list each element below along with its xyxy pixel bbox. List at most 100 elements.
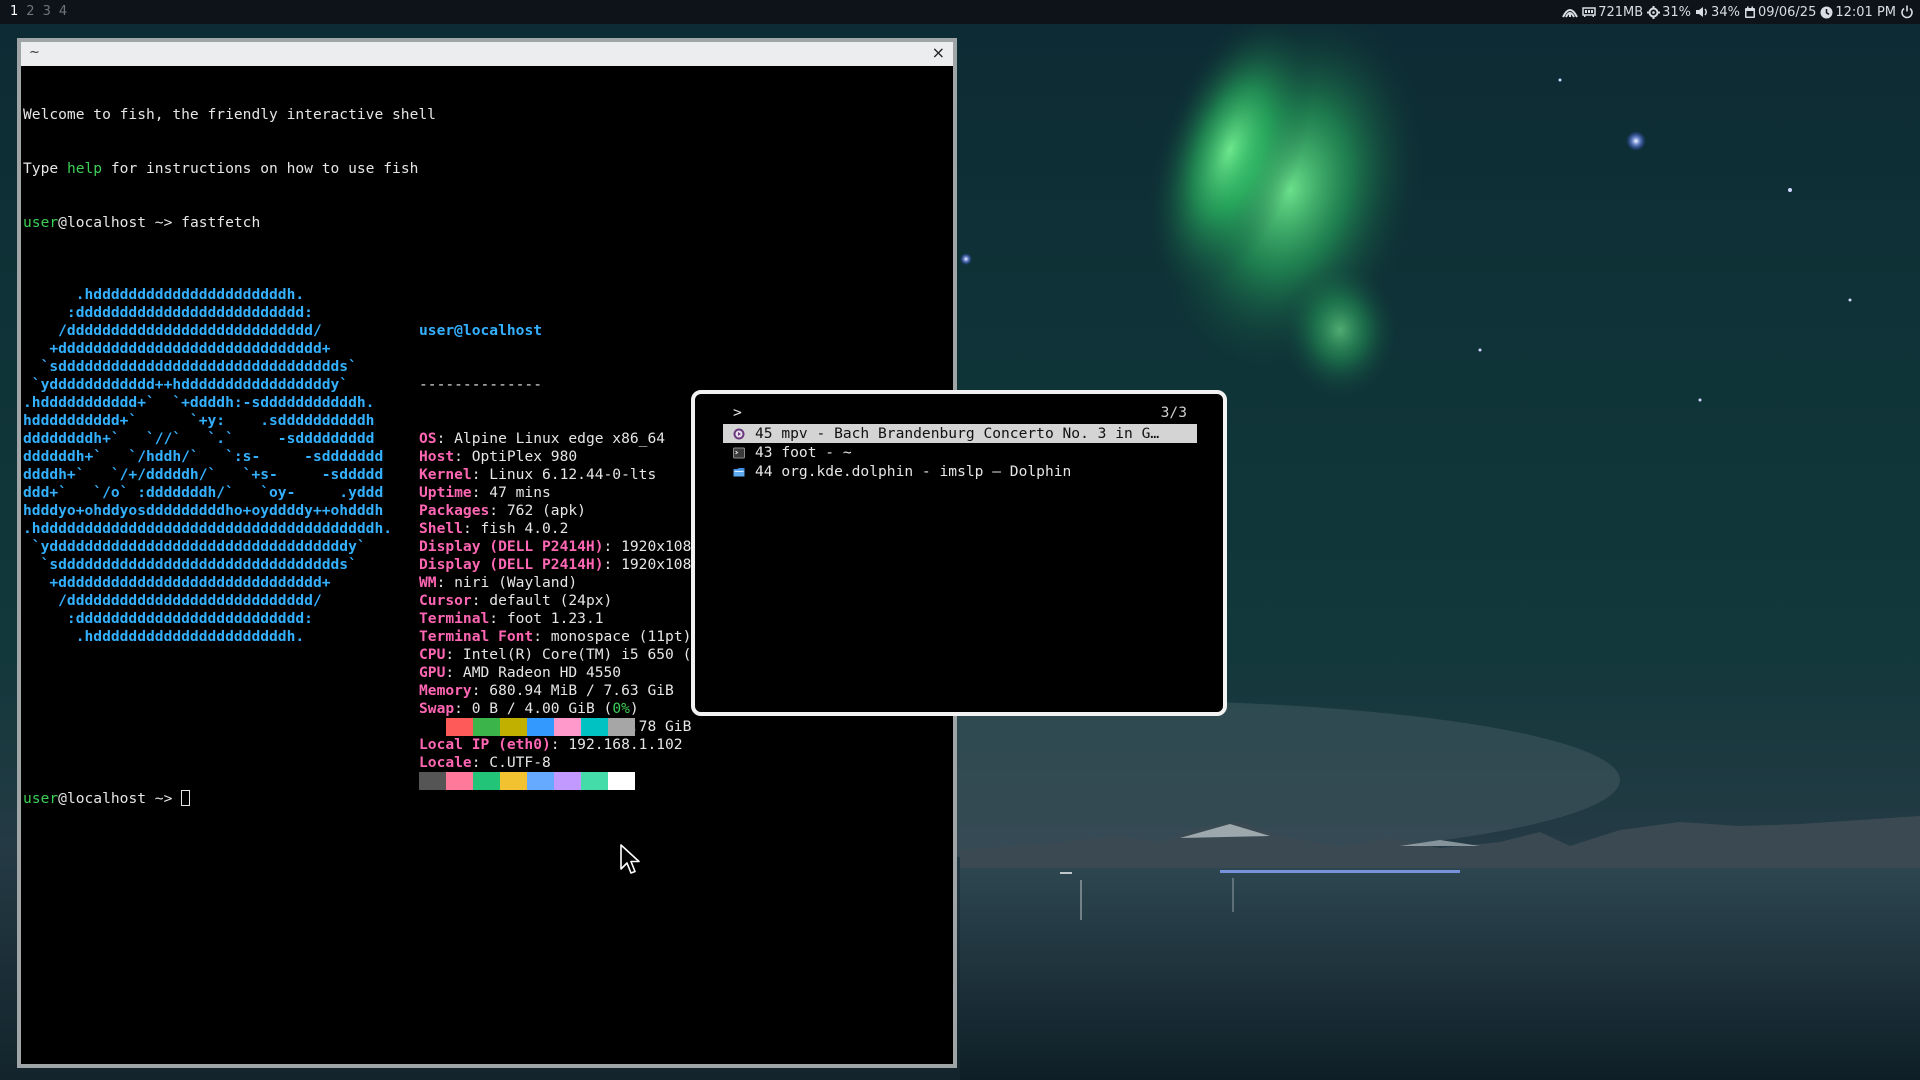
info-header: user@localhost <box>419 322 543 339</box>
info-value: : AMD Radeon HD 4550 <box>445 664 622 681</box>
launcher-search-input[interactable] <box>749 404 1129 422</box>
result-label: 45 mpv - Bach Brandenburg Concerto No. 3… <box>755 425 1160 442</box>
logo-line: :dddddddddddddddddddddddddd: <box>23 304 313 321</box>
logo-line: `sdddddddddddddddddddddddddddddddds` <box>23 556 357 573</box>
info-key: CPU <box>419 646 446 663</box>
status-area: 721MB 31% 34% 09/06/25 12:01 PM <box>1562 0 1914 24</box>
time-value: 12:01 PM <box>1835 4 1896 20</box>
color-swatch <box>446 718 473 736</box>
launcher-results: 45 mpv - Bach Brandenburg Concerto No. 3… <box>723 424 1197 481</box>
foot-terminal-icon <box>733 447 745 459</box>
volume-indicator[interactable]: 34% <box>1695 5 1740 20</box>
workspace-2[interactable]: 2 <box>24 4 36 19</box>
color-swatch <box>608 718 635 736</box>
result-label: 44 org.kde.dolphin - imslp — Dolphin <box>755 463 1072 480</box>
date-indicator[interactable]: 09/06/25 <box>1744 5 1816 20</box>
launcher-prompt: > <box>733 404 742 421</box>
logo-line: +dddddddddddddddddddddddddddddd+ <box>23 340 331 357</box>
color-swatch <box>581 772 608 790</box>
palette-row-normal <box>419 718 635 736</box>
logo-line: .hddddddddddd+` `+ddddh:-sdddddddddddh. <box>23 394 375 411</box>
terminal-titlebar[interactable]: ~ × <box>21 42 953 66</box>
color-swatch <box>527 718 554 736</box>
color-swatch <box>581 718 608 736</box>
memory-icon <box>1582 7 1596 17</box>
alpine-ascii-logo: .hddddddddddddddddddddddh. :dddddddddddd… <box>23 286 392 646</box>
help-line: Type help for instructions on how to use… <box>23 160 419 177</box>
color-swatch <box>500 772 527 790</box>
color-swatch <box>554 772 581 790</box>
welcome-line: Welcome to fish, the friendly interactiv… <box>23 106 436 123</box>
network-indicator[interactable] <box>1562 6 1579 18</box>
logo-line: ddddddh+` `/hddh/` `:s- -sddddddd <box>23 448 384 465</box>
prompt-user: user <box>23 214 59 231</box>
info-value: : Linux 6.12.44-0-lts <box>471 466 657 483</box>
info-value: : default (24px) <box>471 592 613 609</box>
info-value: : fish 4.0.2 <box>462 520 569 537</box>
prompt-host: @localhost ~> <box>58 790 182 807</box>
clock-icon <box>1820 6 1833 18</box>
color-palette <box>419 682 635 826</box>
color-swatch <box>500 718 527 736</box>
color-swatch <box>527 772 554 790</box>
logo-line: hdddddddddd+` `+y: .sddddddddddh <box>23 412 375 429</box>
launcher-prompt-row: > 3/3 <box>733 404 1187 424</box>
workspace-1[interactable]: 1 <box>8 4 20 19</box>
result-item-dolphin[interactable]: 44 org.kde.dolphin - imslp — Dolphin <box>723 462 1197 481</box>
text-cursor <box>181 790 191 806</box>
logo-line: hdddyo+ohddyosdddddddddho+oyddddy++ohddd… <box>23 502 384 519</box>
logo-line: /dddddddddddddddddddddddddddd/ <box>23 322 322 339</box>
info-value: : OptiPlex 980 <box>454 448 578 465</box>
network-icon <box>1562 9 1579 18</box>
info-key: GPU <box>419 664 446 681</box>
logo-line: .hddddddddddddddddddddddh. <box>23 286 305 303</box>
info-key: Host <box>419 448 455 465</box>
cpu-indicator[interactable]: 31% <box>1647 5 1691 20</box>
color-swatch <box>446 772 473 790</box>
info-value: : niri (Wayland) <box>436 574 578 591</box>
logo-line: .hddddddddddddddddddddddh. <box>23 628 305 645</box>
info-key: OS <box>419 430 437 447</box>
logo-line: +dddddddddddddddddddddddddddddd+ <box>23 574 331 591</box>
prompt-user: user <box>23 790 59 807</box>
info-key: Shell <box>419 520 463 537</box>
result-label: 43 foot - ~ <box>755 444 852 461</box>
info-key: Cursor <box>419 592 472 609</box>
calendar-icon <box>1744 6 1755 18</box>
workspace-3[interactable]: 3 <box>41 4 53 19</box>
result-item-mpv[interactable]: 45 mpv - Bach Brandenburg Concerto No. 3… <box>723 424 1197 443</box>
cpu-value: 31% <box>1662 4 1692 20</box>
workspace-switcher: 1 2 3 4 <box>8 4 69 19</box>
info-value: : monospace (11pt) <box>533 628 692 645</box>
memory-indicator[interactable]: 721MB <box>1582 5 1643 20</box>
terminal-title: ~ <box>29 45 40 60</box>
top-bar: 1 2 3 4 721MB 31% 34% 09/06/25 12:01 PM <box>0 0 1920 24</box>
info-value: : 762 (apk) <box>489 502 586 519</box>
help-word: help <box>66 160 103 177</box>
palette-row-bright <box>419 772 635 790</box>
mouse-pointer-icon <box>620 844 640 874</box>
logo-line: ddd+` `/o` :dddddddh/` `oy- .yddd <box>23 484 384 501</box>
logo-line: ddddh+` `/+/dddddh/` `+s- -sddddd <box>23 466 384 483</box>
info-key: Display (DELL P2414H) <box>419 556 604 573</box>
result-item-foot[interactable]: 43 foot - ~ <box>723 443 1197 462</box>
workspace-4[interactable]: 4 <box>57 4 69 19</box>
prompt-host: @localhost ~> <box>58 214 182 231</box>
command-line: user@localhost ~> fastfetch <box>23 214 953 232</box>
mpv-icon <box>733 428 745 440</box>
clock-indicator[interactable]: 12:01 PM <box>1820 5 1896 20</box>
cpu-gear-icon <box>1647 5 1661 19</box>
logo-line: /dddddddddddddddddddddddddddd/ <box>23 592 322 609</box>
close-icon[interactable]: × <box>932 43 945 63</box>
power-icon <box>1901 5 1913 19</box>
info-key: Display (DELL P2414H) <box>419 538 604 555</box>
info-key: Kernel <box>419 466 472 483</box>
logo-line: :dddddddddddddddddddddddddd: <box>23 610 313 627</box>
info-key: Terminal <box>419 610 490 627</box>
info-value: : foot 1.23.1 <box>489 610 604 627</box>
speaker-icon <box>1696 7 1708 17</box>
typed-command: fastfetch <box>181 214 261 231</box>
color-swatch <box>473 718 500 736</box>
power-button[interactable] <box>1900 5 1914 19</box>
window-switcher-launcher[interactable]: > 3/3 45 mpv - Bach Brandenburg Concerto… <box>691 390 1227 716</box>
